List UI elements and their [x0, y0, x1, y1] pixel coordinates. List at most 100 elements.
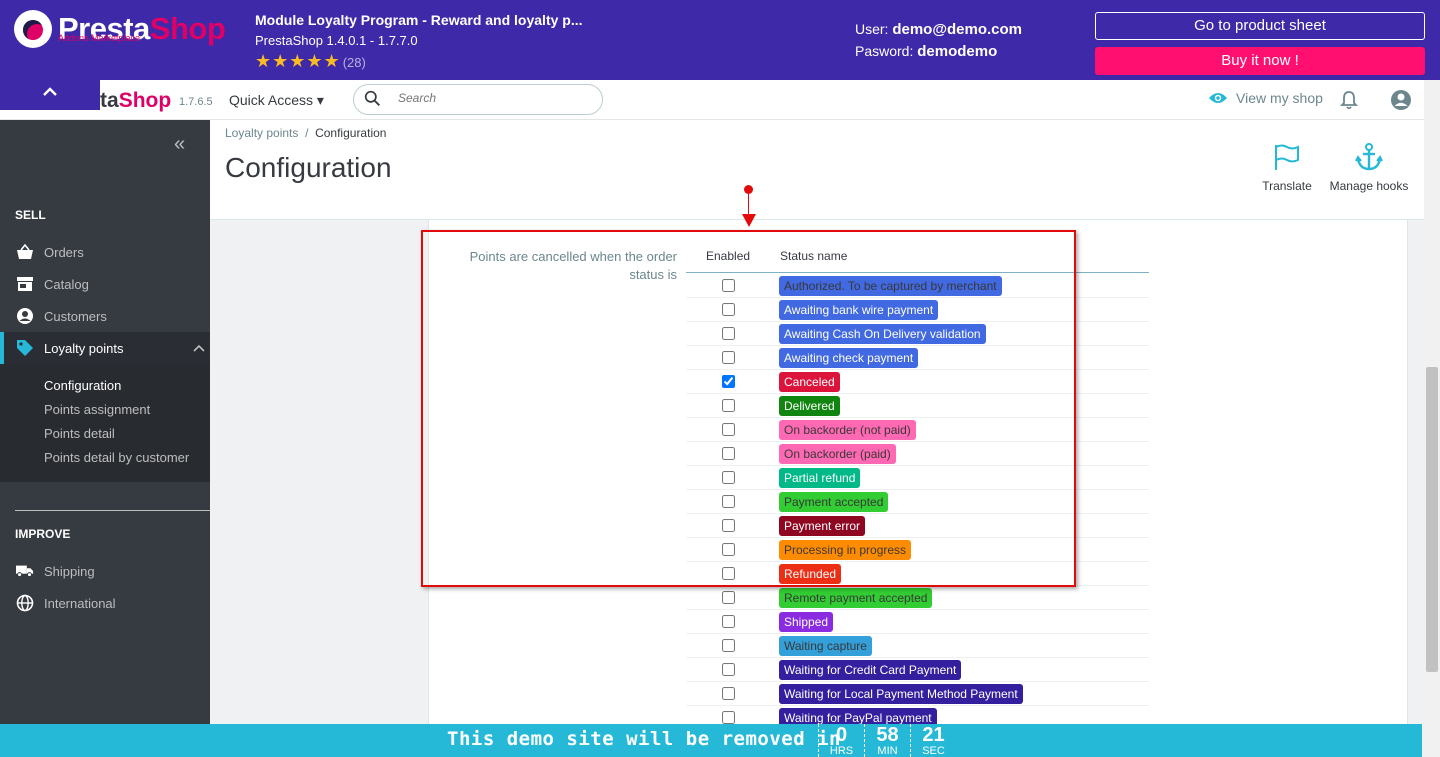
logo-part-2: Shop: [118, 89, 172, 112]
enabled-checkbox[interactable]: [722, 663, 735, 676]
quick-access-dropdown[interactable]: Quick Access ▾: [229, 92, 324, 109]
countdown-minutes: 58 MIN: [864, 724, 910, 757]
status-row: Remote payment accepted: [686, 586, 1149, 610]
highlight-box: [421, 230, 1076, 587]
user-label: User:: [855, 21, 889, 37]
logo-subtitle: Addons Marketplace: [58, 33, 141, 43]
translate-label: Translate: [1262, 179, 1312, 193]
addons-banner: PrestaShop Addons Marketplace Module Loy…: [0, 0, 1440, 80]
sidebar-item-shipping[interactable]: Shipping: [0, 555, 210, 587]
enabled-checkbox[interactable]: [722, 711, 735, 724]
sidebar-item-loyalty-points[interactable]: Loyalty points: [0, 332, 210, 364]
page-title: Configuration: [225, 152, 392, 183]
eye-icon: [1209, 93, 1227, 103]
prestashop-version: 1.7.6.5: [179, 96, 213, 108]
breadcrumb: Loyalty points / Configuration: [225, 126, 386, 140]
sidebar-collapse-icon[interactable]: «: [174, 133, 185, 156]
hours-value: 0: [835, 724, 848, 746]
chevron-up-icon: [193, 344, 205, 352]
status-badge: Shipped: [779, 612, 834, 632]
manage-hooks-label: Manage hooks: [1329, 179, 1409, 193]
sidebar-item-label: Customers: [44, 308, 107, 324]
flag-icon: [1275, 144, 1299, 170]
sidebar-item-international[interactable]: International: [0, 587, 210, 619]
sidebar-item-label: International: [44, 595, 116, 611]
go-to-product-sheet-button[interactable]: Go to product sheet: [1095, 12, 1425, 40]
module-title: Module Loyalty Program - Reward and loya…: [255, 12, 583, 28]
user-value: demo@demo.com: [892, 21, 1022, 38]
search-input[interactable]: [398, 91, 578, 105]
demo-user: User: demo@demo.com: [855, 21, 1022, 38]
sidebar-item-customers[interactable]: Customers: [0, 300, 210, 332]
demo-removal-message: This demo site will be removed in: [447, 728, 841, 750]
view-my-shop-link[interactable]: View my shop: [1208, 90, 1323, 106]
tag-icon: [16, 339, 34, 357]
submenu-points-detail-by-customer[interactable]: Points detail by customer: [44, 450, 189, 465]
seconds-label: SEC: [922, 745, 945, 757]
sidebar-item-label: Orders: [44, 244, 84, 260]
sidebar-item-orders[interactable]: Orders: [0, 236, 210, 268]
buy-it-now-button[interactable]: Buy it now !: [1095, 47, 1425, 75]
submenu-points-detail[interactable]: Points detail: [44, 426, 115, 441]
account-icon[interactable]: [1390, 89, 1412, 111]
sidebar-item-label: Loyalty points: [44, 340, 124, 356]
prestashop-puffin-icon: [14, 10, 52, 48]
status-row: Waiting capture: [686, 634, 1149, 658]
status-badge: Waiting capture: [779, 636, 872, 656]
enabled-checkbox[interactable]: [722, 591, 735, 604]
sidebar-section-sell: SELL: [15, 208, 46, 222]
enabled-checkbox[interactable]: [722, 615, 735, 628]
status-badge: Remote payment accepted: [779, 588, 933, 608]
translate-button[interactable]: Translate: [1256, 142, 1318, 193]
countdown-seconds: 21 SEC: [910, 724, 956, 757]
password-value: demodemo: [917, 43, 998, 60]
enabled-checkbox[interactable]: [722, 639, 735, 652]
search-box[interactable]: [353, 84, 603, 115]
submenu-points-assignment[interactable]: Points assignment: [44, 402, 150, 417]
sidebar-item-catalog[interactable]: Catalog: [0, 268, 210, 300]
star-icons: ★★★★★: [255, 51, 341, 71]
store-icon: [16, 275, 34, 293]
globe-icon: [16, 594, 34, 612]
countdown-hours: 0 HRS: [818, 724, 864, 757]
rating-count: (28): [342, 55, 366, 70]
chevron-up-icon: [43, 87, 57, 96]
logo-text-accent: Shop: [149, 11, 226, 46]
sidebar-item-label: Catalog: [44, 276, 89, 292]
seconds-value: 21: [922, 724, 945, 746]
hours-label: HRS: [829, 745, 854, 757]
enabled-checkbox[interactable]: [722, 687, 735, 700]
logo-part-1: ta: [100, 89, 119, 112]
page-toolbar: [210, 120, 1424, 220]
demo-countdown-bar: This demo site will be removed in 0 HRS 5…: [0, 724, 1422, 757]
sidebar-divider: [15, 510, 210, 511]
password-label: Pasword:: [855, 43, 914, 59]
scrollbar-corner: [1422, 724, 1440, 757]
minutes-value: 58: [876, 724, 899, 746]
annotation-arrow-head: [742, 214, 756, 227]
sidebar-item-label: Shipping: [44, 563, 95, 579]
demo-password: Pasword: demodemo: [855, 43, 997, 60]
status-badge: Waiting for Credit Card Payment: [779, 660, 962, 680]
breadcrumb-current: Configuration: [315, 126, 387, 140]
status-badge: Waiting for Local Payment Method Payment: [779, 684, 1023, 704]
view-my-shop-label: View my shop: [1236, 90, 1323, 106]
rating-stars: ★★★★★ (28): [255, 51, 366, 72]
status-row: Waiting for Local Payment Method Payment: [686, 682, 1149, 706]
submenu-configuration[interactable]: Configuration: [44, 378, 121, 393]
search-icon: [364, 90, 380, 106]
status-row: Waiting for Credit Card Payment: [686, 658, 1149, 682]
truck-icon: [16, 562, 34, 580]
prestashop-logo[interactable]: taShop: [100, 89, 171, 113]
status-row: Shipped: [686, 610, 1149, 634]
shopping-basket-icon: [16, 243, 34, 261]
scrollbar-thumb[interactable]: [1426, 367, 1438, 672]
breadcrumb-link[interactable]: Loyalty points: [225, 126, 298, 140]
collapse-banner-button[interactable]: [0, 80, 100, 110]
account-circle-icon: [16, 307, 34, 325]
module-version: PrestaShop 1.4.0.1 - 1.7.7.0: [255, 33, 418, 48]
bell-icon[interactable]: [1340, 90, 1358, 110]
minutes-label: MIN: [877, 745, 898, 757]
breadcrumb-separator: /: [305, 126, 309, 140]
manage-hooks-button[interactable]: Manage hooks: [1326, 142, 1412, 193]
